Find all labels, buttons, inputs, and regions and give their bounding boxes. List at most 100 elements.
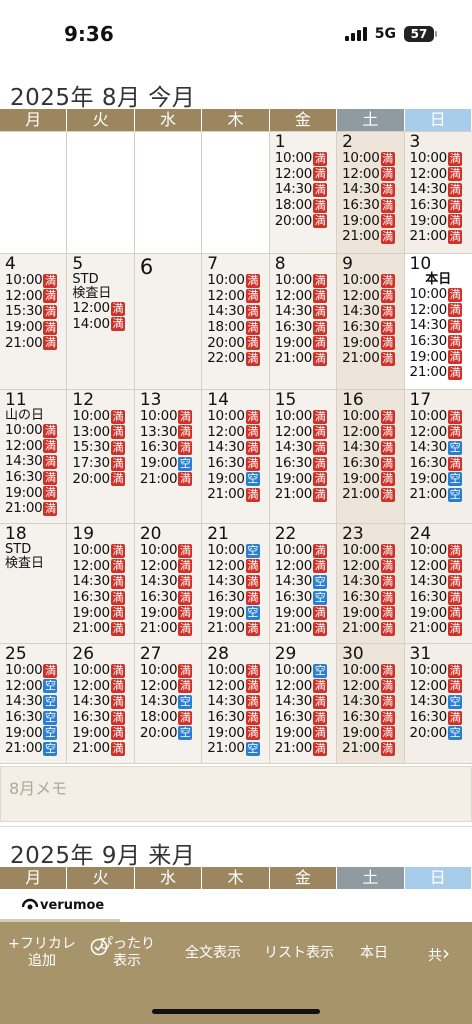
time-slot[interactable]: 21:00 満 xyxy=(410,229,472,245)
time-slot[interactable]: 21:00 満 xyxy=(410,621,472,637)
time-slot[interactable]: 12:00 満 xyxy=(275,288,336,305)
time-slot[interactable]: 14:30 満 xyxy=(275,182,336,198)
time-slot[interactable]: 16:30 満 xyxy=(275,320,336,336)
time-slot[interactable]: 12:00 満 xyxy=(410,166,472,183)
time-slot[interactable]: 14:30 満 xyxy=(275,694,336,710)
time-slot[interactable]: 14:30 満 xyxy=(207,694,268,710)
time-slot[interactable]: 12:00 満 xyxy=(72,678,133,695)
time-slot[interactable]: 10:00 満 xyxy=(140,663,201,679)
time-slot[interactable]: 19:00 満 xyxy=(410,213,472,229)
time-slot[interactable]: 10:00 満 xyxy=(275,151,336,167)
time-slot[interactable]: 18:00 満 xyxy=(140,710,201,726)
time-slot[interactable]: 16:30 満 xyxy=(72,590,133,606)
time-slot[interactable]: 19:00 満 xyxy=(342,213,403,229)
time-slot[interactable]: 19:00 満 xyxy=(275,471,336,487)
time-slot[interactable]: 21:00 満 xyxy=(207,487,268,503)
time-slot[interactable]: 21:00 空 xyxy=(5,741,66,757)
time-slot[interactable]: 19:00 満 xyxy=(275,605,336,621)
time-slot[interactable]: 21:00 満 xyxy=(140,621,201,637)
time-slot[interactable]: 14:30 満 xyxy=(207,304,268,320)
time-slot[interactable]: 12:00 満 xyxy=(72,301,133,317)
time-slot[interactable]: 20:00 満 xyxy=(275,213,336,229)
time-slot[interactable]: 12:00 満 xyxy=(207,558,268,575)
time-slot[interactable]: 18:00 満 xyxy=(207,320,268,336)
time-slot[interactable]: 19:00 満 xyxy=(342,725,403,741)
time-slot[interactable]: 19:00 満 xyxy=(72,725,133,741)
time-slot[interactable]: 16:30 満 xyxy=(410,710,472,726)
day-cell-4[interactable]: 4 10:00 満 12:00 満 15:30 満 19:00 満 21:00 満 xyxy=(0,254,68,389)
day-cell-17[interactable]: 17 10:00 満 12:00 満 14:30 空 16:30 満 19:00 空 21:00 空 xyxy=(404,390,472,523)
day-cell-15[interactable]: 15 10:00 満 12:00 満 14:30 満 16:30 満 19:00 満 21:00 満 xyxy=(269,390,338,523)
time-slot[interactable]: 10:00 満 xyxy=(72,663,133,679)
time-slot[interactable]: 19:00 満 xyxy=(410,349,472,365)
time-slot[interactable]: 10:00 満 xyxy=(5,273,66,289)
day-cell-21[interactable]: 21 10:00 空 12:00 満 14:30 満 16:30 満 19:00 空 21:00 満 xyxy=(202,524,270,643)
day-cell-9[interactable]: 9 10:00 満 12:00 満 14:30 満 16:30 満 19:00 満 21:00 満 xyxy=(337,254,405,389)
time-slot[interactable]: 14:30 満 xyxy=(207,440,268,456)
time-slot[interactable]: 19:00 空 xyxy=(5,725,66,741)
time-slot[interactable]: 10:00 満 xyxy=(72,409,133,425)
time-slot[interactable]: 21:00 満 xyxy=(342,229,403,245)
time-slot[interactable]: 16:30 満 xyxy=(140,440,201,456)
time-slot[interactable]: 18:00 満 xyxy=(275,198,336,214)
time-slot[interactable]: 16:30 満 xyxy=(207,710,268,726)
time-slot[interactable]: 21:00 満 xyxy=(342,351,403,367)
time-slot[interactable]: 10:00 満 xyxy=(207,663,268,679)
day-cell-22[interactable]: 22 10:00 満 12:00 満 14:30 空 16:30 空 19:00 満 21:00 満 xyxy=(269,524,338,643)
time-slot[interactable]: 15:30 満 xyxy=(5,304,66,320)
time-slot[interactable]: 20:00 満 xyxy=(72,471,133,487)
time-slot[interactable]: 21:00 空 xyxy=(207,741,268,757)
time-slot[interactable]: 16:30 満 xyxy=(140,590,201,606)
time-slot[interactable]: 20:00 空 xyxy=(410,725,472,741)
time-slot[interactable]: 12:00 満 xyxy=(342,678,403,695)
day-cell-5[interactable]: 5 STD 検査日 12:00 満 14:00 満 xyxy=(67,254,135,389)
time-slot[interactable]: 16:30 満 xyxy=(342,456,403,472)
time-slot[interactable]: 14:30 満 xyxy=(342,182,403,198)
time-slot[interactable]: 10:00 満 xyxy=(410,409,472,425)
memo-field[interactable]: 8月メモ xyxy=(0,766,472,822)
time-slot[interactable]: 12:00 満 xyxy=(207,424,268,441)
time-slot[interactable]: 19:00 満 xyxy=(342,335,403,351)
day-cell-1[interactable]: 1 10:00 満 12:00 満 14:30 満 18:00 満 20:00 満 xyxy=(269,132,338,253)
time-slot[interactable]: 14:30 空 xyxy=(410,694,472,710)
time-slot[interactable]: 14:30 空 xyxy=(5,694,66,710)
time-slot[interactable]: 14:30 満 xyxy=(410,318,472,334)
day-cell-13[interactable]: 13 10:00 満 13:30 満 16:30 満 19:00 空 21:00 満 xyxy=(134,390,203,523)
time-slot[interactable]: 19:00 満 xyxy=(410,605,472,621)
time-slot[interactable]: 16:30 満 xyxy=(207,590,268,606)
time-slot[interactable]: 10:00 満 xyxy=(410,151,472,167)
time-slot[interactable]: 10:00 満 xyxy=(342,543,403,559)
day-cell-25[interactable]: 25 10:00 満 12:00 空 14:30 空 16:30 空 19:00 空 21:00 空 xyxy=(0,644,68,763)
toolbar-button-4[interactable]: 本日 xyxy=(342,922,406,1024)
time-slot[interactable]: 14:30 満 xyxy=(342,574,403,590)
time-slot[interactable]: 12:00 満 xyxy=(342,166,403,183)
time-slot[interactable]: 10:00 満 xyxy=(207,409,268,425)
time-slot[interactable]: 14:30 空 xyxy=(275,574,336,590)
time-slot[interactable]: 12:00 満 xyxy=(342,424,403,441)
time-slot[interactable]: 21:00 満 xyxy=(410,365,472,381)
time-slot[interactable]: 21:00 満 xyxy=(5,335,66,351)
time-slot[interactable]: 10:00 満 xyxy=(342,409,403,425)
time-slot[interactable]: 21:00 満 xyxy=(5,501,66,517)
time-slot[interactable]: 12:00 満 xyxy=(342,288,403,305)
time-slot[interactable]: 10:00 満 xyxy=(410,543,472,559)
time-slot[interactable]: 10:00 満 xyxy=(5,423,66,439)
time-slot[interactable]: 15:30 満 xyxy=(72,440,133,456)
time-slot[interactable]: 12:00 満 xyxy=(410,302,472,319)
time-slot[interactable]: 17:30 満 xyxy=(72,456,133,472)
time-slot[interactable]: 21:00 満 xyxy=(140,471,201,487)
time-slot[interactable]: 14:30 空 xyxy=(410,440,472,456)
time-slot[interactable]: 16:30 空 xyxy=(5,710,66,726)
time-slot[interactable]: 16:30 満 xyxy=(275,710,336,726)
time-slot[interactable]: 10:00 満 xyxy=(410,287,472,303)
day-cell-14[interactable]: 14 10:00 満 12:00 満 14:30 満 16:30 満 19:00 空 21:00 満 xyxy=(202,390,270,523)
home-indicator[interactable] xyxy=(152,1009,320,1014)
time-slot[interactable]: 10:00 満 xyxy=(140,409,201,425)
time-slot[interactable]: 10:00 満 xyxy=(140,543,201,559)
day-cell-24[interactable]: 24 10:00 満 12:00 満 14:30 満 16:30 満 19:00 満 21:00 満 xyxy=(404,524,472,643)
time-slot[interactable]: 12:00 満 xyxy=(275,558,336,575)
day-cell-30[interactable]: 30 10:00 満 12:00 満 14:30 満 16:30 満 19:00 満 21:00 満 xyxy=(337,644,405,763)
time-slot[interactable]: 21:00 満 xyxy=(275,621,336,637)
time-slot[interactable]: 21:00 満 xyxy=(342,741,403,757)
day-cell-27[interactable]: 27 10:00 満 12:00 満 14:30 空 18:00 満 20:00 空 xyxy=(134,644,203,763)
